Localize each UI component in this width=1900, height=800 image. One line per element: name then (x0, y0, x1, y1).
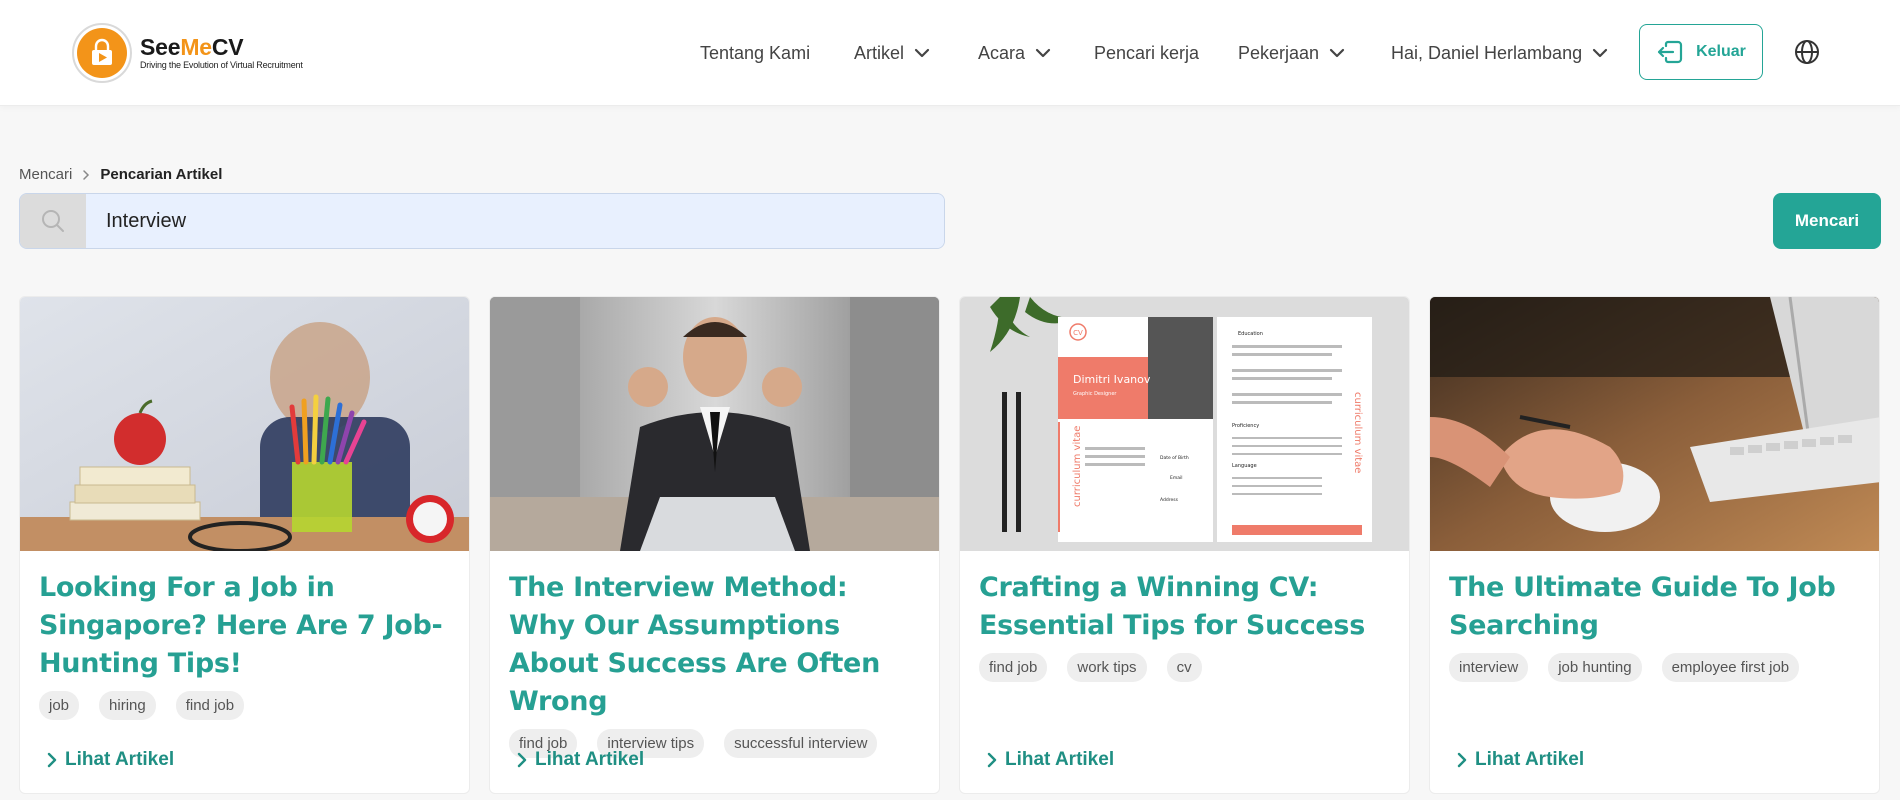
tag-list: job hiring find job (39, 691, 450, 720)
tag-list: interview job hunting employee first job (1449, 653, 1860, 682)
tag[interactable]: work tips (1067, 653, 1147, 682)
tag-list: find job work tips cv (979, 653, 1390, 682)
svg-text:Date of Birth: Date of Birth (1160, 455, 1189, 461)
nav-item-tentang-kami[interactable]: Tentang Kami (700, 43, 810, 64)
breadcrumb-current: Pencarian Artikel (100, 166, 223, 183)
nav-item-artikel[interactable]: Artikel (854, 43, 930, 64)
tag[interactable]: job hunting (1548, 653, 1642, 682)
article-card: Looking For a Job in Singapore? Here Are… (19, 296, 470, 794)
article-title[interactable]: Looking For a Job in Singapore? Here Are… (39, 569, 450, 683)
chevron-right-icon (987, 752, 997, 768)
view-article-link[interactable]: Lihat Artikel (987, 749, 1114, 771)
tag[interactable]: employee first job (1661, 653, 1800, 682)
tag[interactable]: cv (1166, 653, 1202, 682)
tag[interactable]: interview (1449, 653, 1529, 682)
svg-text:Education: Education (1238, 331, 1263, 337)
search-bar (19, 193, 945, 249)
nav-label: Pencari kerja (1094, 42, 1200, 63)
nav-item-pekerjaan[interactable]: Pekerjaan (1238, 43, 1345, 64)
nav-item-acara[interactable]: Acara (978, 43, 1051, 64)
tag[interactable]: successful interview (724, 729, 878, 758)
search-button[interactable]: Mencari (1773, 193, 1881, 249)
chevron-down-icon (1592, 48, 1608, 58)
view-article-label: Lihat Artikel (1005, 749, 1115, 770)
chevron-right-icon (1457, 752, 1467, 768)
view-article-link[interactable]: Lihat Artikel (1457, 749, 1584, 771)
brand-tagline: Driving the Evolution of Virtual Recruit… (140, 60, 303, 70)
brand-name: SeeMeCV (140, 34, 244, 60)
view-article-label: Lihat Artikel (65, 749, 175, 770)
logout-label: Keluar (1696, 43, 1746, 60)
brand-logo[interactable]: SeeMeCV Driving the Evolution of Virtual… (72, 22, 303, 84)
chevron-down-icon (914, 48, 930, 58)
tag[interactable]: find job (979, 653, 1048, 682)
nav-label: Acara (978, 42, 1026, 63)
top-header: SeeMeCV Driving the Evolution of Virtual… (0, 0, 1900, 106)
logout-icon (1657, 40, 1683, 64)
chevron-right-icon (82, 169, 90, 181)
tag[interactable]: find job (175, 691, 245, 720)
logo-badge (72, 23, 132, 83)
article-image-mouse-desk[interactable] (1430, 297, 1879, 551)
globe-icon[interactable] (1793, 38, 1821, 66)
article-image-desk-apple[interactable] (20, 297, 469, 551)
chevron-down-icon (1329, 48, 1345, 58)
nav-label: Tentang Kami (700, 42, 811, 63)
svg-text:curriculum vitae: curriculum vitae (1352, 392, 1363, 473)
view-article-link[interactable]: Lihat Artikel (517, 749, 644, 771)
nav-item-user-menu[interactable]: Hai, Daniel Herlambang (1391, 43, 1608, 64)
article-card: The Ultimate Guide To Job Searching inte… (1429, 296, 1880, 794)
breadcrumb-parent[interactable]: Mencari (19, 166, 72, 183)
breadcrumb: Mencari Pencarian Artikel (19, 166, 222, 183)
nav-label: Hai, Daniel Herlambang (1391, 42, 1583, 63)
svg-text:Language: Language (1232, 463, 1257, 469)
article-title[interactable]: The Ultimate Guide To Job Searching (1449, 569, 1860, 645)
lock-icon (92, 38, 112, 65)
view-article-label: Lihat Artikel (1475, 749, 1585, 770)
article-image-businessman[interactable] (490, 297, 939, 551)
chevron-right-icon (47, 752, 57, 768)
search-icon (20, 194, 86, 248)
svg-text:Dimitri Ivanov: Dimitri Ivanov (1073, 373, 1151, 386)
article-card: The Interview Method: Why Our Assumption… (489, 296, 940, 794)
nav-item-pencari-kerja[interactable]: Pencari kerja (1094, 43, 1199, 64)
nav-label: Artikel (854, 42, 905, 63)
chevron-right-icon (517, 752, 527, 768)
view-article-label: Lihat Artikel (535, 749, 645, 770)
logout-button[interactable]: Keluar (1639, 24, 1763, 80)
svg-text:curriculum vitae: curriculum vitae (1072, 426, 1083, 507)
article-title[interactable]: Crafting a Winning CV: Essential Tips fo… (979, 569, 1390, 645)
tag[interactable]: job (39, 691, 80, 720)
article-title[interactable]: The Interview Method: Why Our Assumption… (509, 569, 920, 721)
svg-text:Graphic Designer: Graphic Designer (1073, 391, 1117, 397)
article-card: CV Dimitri Ivanov Graphic Designer curri… (959, 296, 1410, 794)
svg-text:Address: Address (1160, 497, 1179, 503)
nav-label: Pekerjaan (1238, 42, 1320, 63)
view-article-link[interactable]: Lihat Artikel (47, 749, 174, 771)
svg-text:Proficiency: Proficiency (1232, 423, 1259, 429)
chevron-down-icon (1035, 48, 1051, 58)
svg-text:CV: CV (1073, 329, 1083, 337)
article-image-cv-template[interactable]: CV Dimitri Ivanov Graphic Designer curri… (960, 297, 1409, 551)
tag[interactable]: hiring (99, 691, 156, 720)
svg-text:Email: Email (1170, 475, 1183, 481)
search-input[interactable] (86, 194, 944, 248)
